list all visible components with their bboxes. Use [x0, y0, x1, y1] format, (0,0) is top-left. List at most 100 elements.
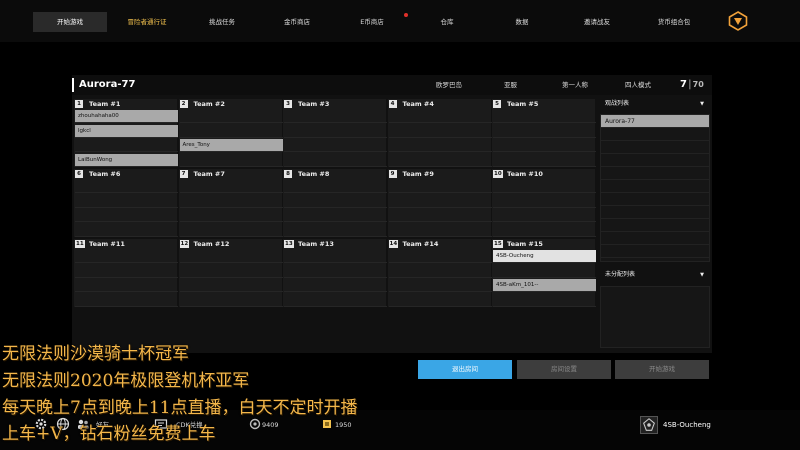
- game-logo-icon[interactable]: [728, 11, 748, 31]
- empty-slot[interactable]: [179, 154, 283, 167]
- empty-slot[interactable]: [284, 139, 387, 152]
- empty-slot[interactable]: [179, 180, 283, 193]
- player-slot[interactable]: LaiBunWong: [75, 153, 178, 167]
- nav-tab-invite[interactable]: 邀请战友: [561, 12, 633, 32]
- team-card[interactable]: 5 Team #5: [492, 99, 596, 167]
- empty-slot[interactable]: [179, 279, 283, 292]
- empty-slot[interactable]: [388, 110, 492, 123]
- empty-slot[interactable]: [179, 224, 283, 237]
- empty-slot[interactable]: [75, 195, 178, 208]
- empty-slot[interactable]: [75, 139, 178, 152]
- empty-slot[interactable]: [284, 209, 387, 222]
- team-card[interactable]: 12 Team #12: [178, 239, 283, 307]
- player-slot[interactable]: zhouhahaha00: [75, 110, 178, 123]
- empty-slot[interactable]: [388, 209, 492, 222]
- empty-spectator-row[interactable]: [601, 141, 709, 154]
- team-card[interactable]: 7 Team #7: [178, 169, 283, 237]
- player-slot[interactable]: lgkcl: [75, 124, 178, 138]
- leave-room-button[interactable]: 退出房间: [418, 360, 512, 379]
- empty-slot[interactable]: [284, 250, 387, 263]
- empty-slot[interactable]: [388, 279, 492, 292]
- empty-slot[interactable]: [388, 294, 492, 307]
- empty-slot[interactable]: [75, 209, 178, 222]
- empty-slot[interactable]: [388, 265, 492, 278]
- empty-slot[interactable]: [179, 265, 283, 278]
- empty-slot[interactable]: [75, 279, 178, 292]
- empty-spectator-row[interactable]: [601, 219, 709, 232]
- team-card[interactable]: 13 Team #13: [283, 239, 387, 307]
- nav-tab-start-game[interactable]: 开始游戏: [33, 12, 107, 32]
- team-card[interactable]: 2 Team #2 Ares_Tony: [178, 99, 283, 167]
- player-slot[interactable]: 4SB-aKm_101--: [493, 279, 596, 292]
- empty-slot[interactable]: [388, 139, 492, 152]
- empty-slot[interactable]: [493, 139, 596, 152]
- empty-slot[interactable]: [179, 294, 283, 307]
- player-slot[interactable]: 4SB-Oucheng: [493, 250, 596, 263]
- team-card[interactable]: 9 Team #9: [387, 169, 492, 237]
- empty-slot[interactable]: [179, 195, 283, 208]
- empty-slot[interactable]: [75, 294, 178, 307]
- unassigned-list-header[interactable]: 未分配列表 ▼: [600, 268, 710, 282]
- nav-tab-stats[interactable]: 数据: [486, 12, 558, 32]
- empty-slot[interactable]: [493, 154, 596, 167]
- empty-spectator-row[interactable]: [601, 206, 709, 219]
- empty-slot[interactable]: [284, 154, 387, 167]
- empty-spectator-row[interactable]: [601, 193, 709, 206]
- empty-slot[interactable]: [284, 265, 387, 278]
- empty-slot[interactable]: [493, 195, 596, 208]
- nav-tab-bundles[interactable]: 货币组合包: [636, 12, 712, 32]
- nav-tab-inventory[interactable]: 仓库: [411, 12, 483, 32]
- empty-spectator-row[interactable]: [601, 154, 709, 167]
- spectator-list-header[interactable]: 观战列表 ▼: [600, 97, 710, 111]
- nav-tab-challenges[interactable]: 挑战任务: [186, 12, 258, 32]
- empty-slot[interactable]: [284, 224, 387, 237]
- empty-slot[interactable]: [388, 250, 492, 263]
- empty-spectator-row[interactable]: [601, 167, 709, 180]
- empty-slot[interactable]: [493, 224, 596, 237]
- empty-slot[interactable]: [388, 180, 492, 193]
- team-card[interactable]: 6 Team #6: [74, 169, 178, 237]
- empty-slot[interactable]: [284, 110, 387, 123]
- empty-spectator-row[interactable]: [601, 180, 709, 193]
- empty-slot[interactable]: [493, 125, 596, 138]
- empty-spectator-row[interactable]: [601, 232, 709, 245]
- player-slot[interactable]: Ares_Tony: [179, 139, 283, 152]
- empty-slot[interactable]: [493, 209, 596, 222]
- team-card[interactable]: 4 Team #4: [387, 99, 492, 167]
- empty-slot[interactable]: [493, 110, 596, 123]
- empty-slot[interactable]: [493, 180, 596, 193]
- empty-slot[interactable]: [75, 224, 178, 237]
- room-settings-button[interactable]: 房间设置: [517, 360, 611, 379]
- empty-spectator-row[interactable]: [601, 245, 709, 258]
- empty-slot[interactable]: [388, 195, 492, 208]
- empty-slot[interactable]: [179, 110, 283, 123]
- empty-slot[interactable]: [284, 195, 387, 208]
- empty-slot[interactable]: [284, 180, 387, 193]
- empty-slot[interactable]: [284, 125, 387, 138]
- empty-slot[interactable]: [284, 279, 387, 292]
- empty-slot[interactable]: [493, 265, 596, 278]
- team-card[interactable]: 1 Team #1 zhouhahaha00 lgkcl LaiBunWong: [74, 99, 178, 167]
- empty-slot[interactable]: [388, 154, 492, 167]
- team-card[interactable]: 10 Team #10: [492, 169, 596, 237]
- nav-tab-battle-pass[interactable]: 冒险者通行证: [111, 12, 183, 32]
- team-card[interactable]: 14 Team #14: [387, 239, 492, 307]
- start-game-button[interactable]: 开始游戏: [615, 360, 709, 379]
- empty-slot[interactable]: [75, 180, 178, 193]
- empty-slot[interactable]: [179, 125, 283, 138]
- nav-tab-coin-shop[interactable]: 金币商店: [261, 12, 333, 32]
- empty-slot[interactable]: [179, 209, 283, 222]
- nav-tab-ecoin-shop[interactable]: E币商店: [336, 12, 408, 32]
- team-card[interactable]: 3 Team #3: [283, 99, 387, 167]
- empty-slot[interactable]: [179, 250, 283, 263]
- empty-slot[interactable]: [75, 265, 178, 278]
- spectator-row[interactable]: Aurora-77: [601, 115, 709, 128]
- empty-slot[interactable]: [284, 294, 387, 307]
- avatar[interactable]: [640, 416, 658, 434]
- empty-slot[interactable]: [493, 294, 596, 307]
- empty-spectator-row[interactable]: [601, 128, 709, 141]
- empty-slot[interactable]: [388, 224, 492, 237]
- team-card[interactable]: 15 Team #15 4SB-Oucheng 4SB-aKm_101--: [492, 239, 596, 307]
- team-card[interactable]: 8 Team #8: [283, 169, 387, 237]
- empty-slot[interactable]: [388, 125, 492, 138]
